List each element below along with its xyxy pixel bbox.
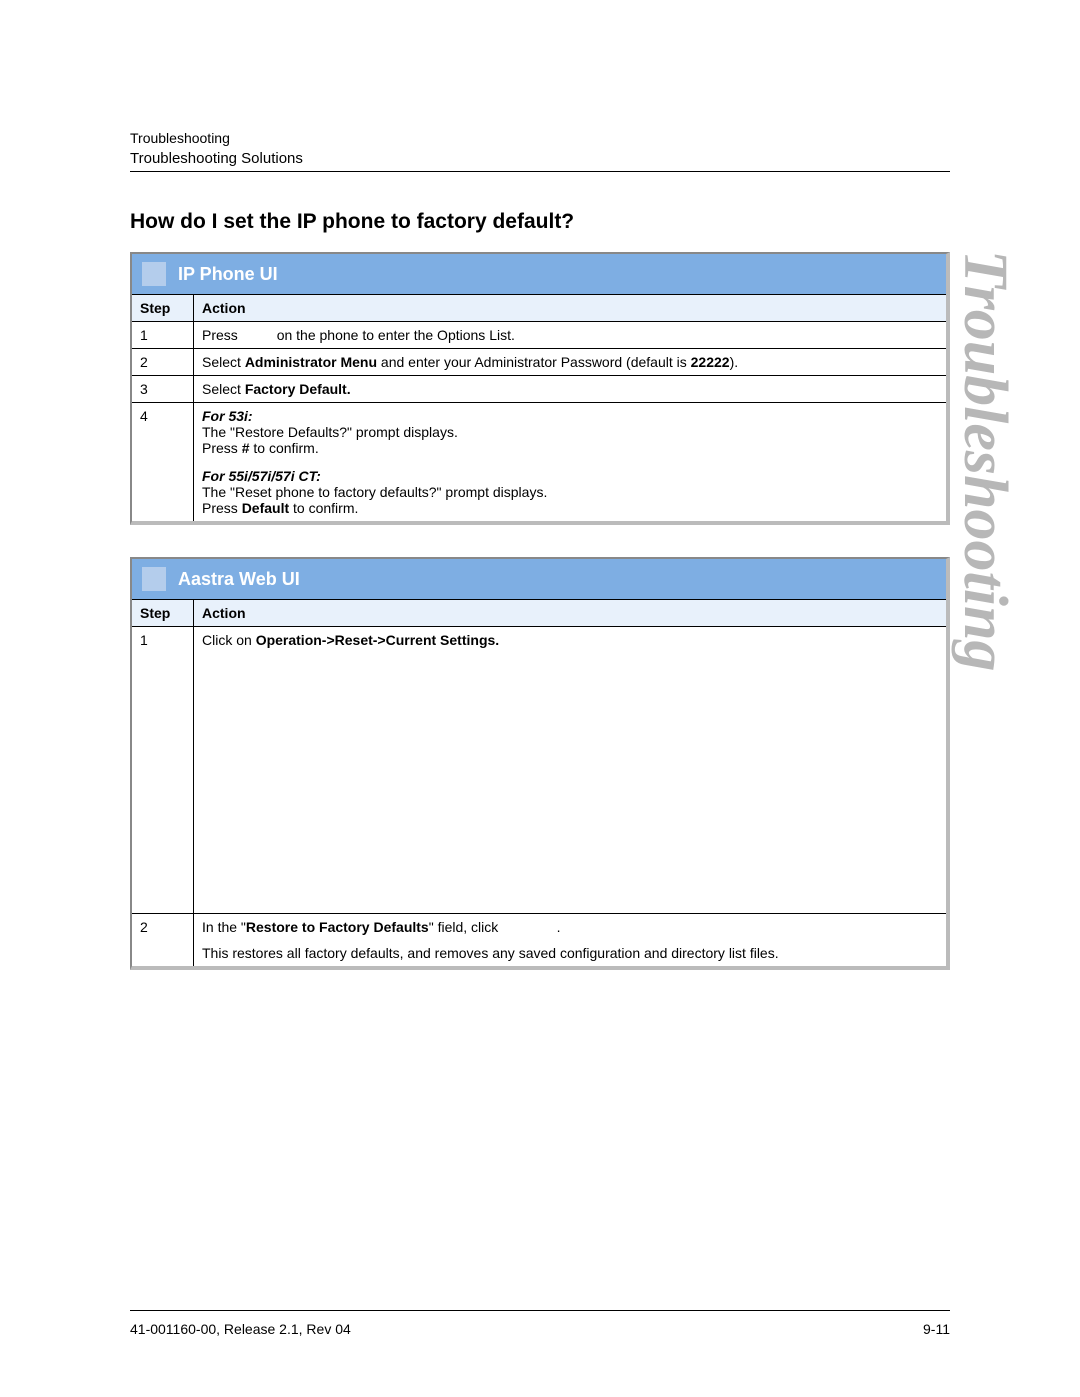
step-number: 2 [132,349,194,376]
step-action: Select Factory Default. [194,376,947,403]
footer-right: 9-11 [923,1321,950,1337]
table-row: 4 For 53i: The "Restore Defaults?" promp… [132,403,946,522]
step-number: 2 [132,914,194,967]
table-row: 3 Select Factory Default. [132,376,946,403]
step-action: In the "Restore to Factory Defaults" fie… [194,914,947,967]
procedure-title: IP Phone UI [178,264,278,285]
procedure-title-bar: IP Phone UI [132,254,946,294]
title-icon [142,262,166,286]
procedure-box-aastra-web-ui: Aastra Web UI Step Action 1 Click on Ope… [130,557,950,970]
side-watermark: Troubleshooting [949,250,1020,671]
footer-rule [130,1310,950,1311]
step-number: 1 [132,322,194,349]
table-row: 1 Press on the phone to enter the Option… [132,322,946,349]
footer-left: 41-001160-00, Release 2.1, Rev 04 [130,1321,351,1337]
page-footer: 41-001160-00, Release 2.1, Rev 04 9-11 [130,1321,950,1337]
procedure-title: Aastra Web UI [178,569,300,590]
col-header-step: Step [132,600,194,627]
col-header-action: Action [194,295,947,322]
step-number: 3 [132,376,194,403]
procedure-box-ip-phone-ui: IP Phone UI Step Action 1 Press on the p… [130,252,950,525]
col-header-action: Action [194,600,947,627]
header-rule [130,171,950,172]
step-number: 4 [132,403,194,522]
section-heading: How do I set the IP phone to factory def… [130,210,950,234]
table-row-gap [132,653,946,914]
table-row: 2 Select Administrator Menu and enter yo… [132,349,946,376]
step-action: Select Administrator Menu and enter your… [194,349,947,376]
col-header-step: Step [132,295,194,322]
step-number: 1 [132,627,194,654]
table-row: 2 In the "Restore to Factory Defaults" f… [132,914,946,967]
steps-table: Step Action 1 Click on Operation->Reset-… [132,599,946,966]
step-action: Press on the phone to enter the Options … [194,322,947,349]
step-action: For 53i: The "Restore Defaults?" prompt … [194,403,947,522]
table-row: 1 Click on Operation->Reset->Current Set… [132,627,946,654]
header-chapter: Troubleshooting [130,130,950,146]
title-icon [142,567,166,591]
step-action: Click on Operation->Reset->Current Setti… [194,627,947,654]
procedure-title-bar: Aastra Web UI [132,559,946,599]
footer-area: 41-001160-00, Release 2.1, Rev 04 9-11 [130,1270,950,1337]
page-root: Troubleshooting Troubleshooting Troubles… [0,0,1080,1397]
steps-table: Step Action 1 Press on the phone to ente… [132,294,946,521]
header-section: Troubleshooting Solutions [130,150,950,167]
